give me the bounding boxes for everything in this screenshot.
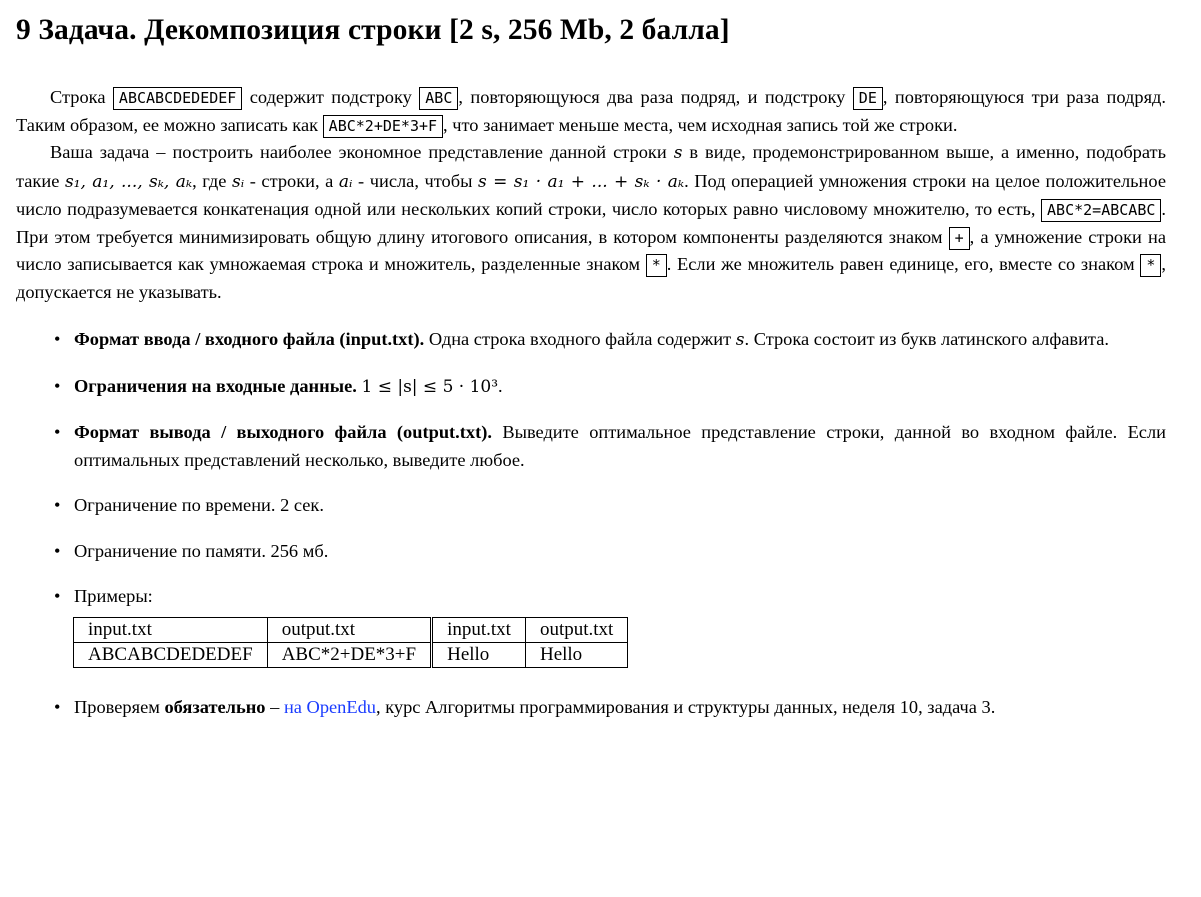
math-constraint: 1 ≤ |s| ≤ 5 · 10³ <box>361 376 499 397</box>
code-substring-abc: ABC <box>419 87 459 110</box>
table-header-cell: input.txt <box>73 616 268 643</box>
problem-page: 9 Задача. Декомпозиция строки [2 s, 256 … <box>16 10 1166 739</box>
math-s: s <box>673 143 683 163</box>
table-cell: ABCABCDEDEDEF <box>73 641 268 668</box>
table-header-row: input.txt output.txt input.txt output.tx… <box>73 616 629 643</box>
bullet-glyph: • <box>54 495 61 515</box>
list-item-examples: • Примеры: <box>16 583 1166 611</box>
bullet-glyph: • <box>54 422 61 442</box>
table-cell: Hello <box>430 641 526 668</box>
table-row: ABCABCDEDEDEF ABC*2+DE*3+F Hello Hello <box>73 641 629 668</box>
math-s-input: s <box>735 330 745 350</box>
math-formula: s = s₁ · a₁ + ... + sₖ · aₖ <box>478 171 685 192</box>
list-item-constraints: • Ограничения на входные данные. 1 ≤ |s|… <box>16 373 1166 402</box>
bullet-glyph: • <box>54 329 61 349</box>
check-list: • Проверяем обязательно – на OpenEdu, ку… <box>16 694 1166 722</box>
code-compressed-form: ABC*2+DE*3+F <box>322 114 444 138</box>
table-header-cell: output.txt <box>266 616 433 643</box>
list-item-output-format: • Формат вывода / выходного файла (outpu… <box>16 419 1166 474</box>
table-header-cell: output.txt <box>524 616 629 643</box>
list-item-input-format: • Формат ввода / входного файла (input.t… <box>16 326 1166 355</box>
table-cell: Hello <box>524 641 629 668</box>
examples-table: input.txt output.txt input.txt output.tx… <box>73 616 629 668</box>
code-plus-sign: + <box>948 226 970 250</box>
math-si: sᵢ <box>231 171 245 192</box>
bullet-glyph: • <box>54 375 61 396</box>
code-substring-de: DE <box>852 87 883 110</box>
bullet-glyph: • <box>54 586 61 606</box>
table-header-cell: input.txt <box>430 616 526 643</box>
math-ai: aᵢ <box>338 171 353 192</box>
code-multiplication-example: ABC*2=ABCABC <box>1041 199 1162 222</box>
bullet-glyph: • <box>54 696 61 717</box>
problem-title: 9 Задача. Декомпозиция строки [2 s, 256 … <box>16 14 730 46</box>
paragraph-task: Ваша задача – построить наиболее экономн… <box>16 142 1166 302</box>
code-star-sign-2: * <box>1140 254 1162 277</box>
math-variable-list: s₁, a₁, ..., sₖ, aₖ <box>64 171 193 192</box>
code-sample-string: ABCABCDEDEDEF <box>112 87 243 110</box>
list-item-memory-limit: • Ограничение по памяти. 256 мб. <box>16 538 1166 566</box>
list-item-check: • Проверяем обязательно – на OpenEdu, ку… <box>16 694 1166 722</box>
paragraph-intro: Строка ABCABCDEDEDEF содержит подстроку … <box>16 84 1166 139</box>
list-item-time-limit: • Ограничение по времени. 2 сек. <box>16 492 1166 520</box>
bullet-glyph: • <box>54 540 61 561</box>
table-cell: ABC*2+DE*3+F <box>266 641 433 668</box>
requirements-list: • Формат ввода / входного файла (input.t… <box>16 326 1166 611</box>
openedu-link[interactable]: на OpenEdu <box>284 697 376 717</box>
code-star-sign: * <box>645 254 667 277</box>
